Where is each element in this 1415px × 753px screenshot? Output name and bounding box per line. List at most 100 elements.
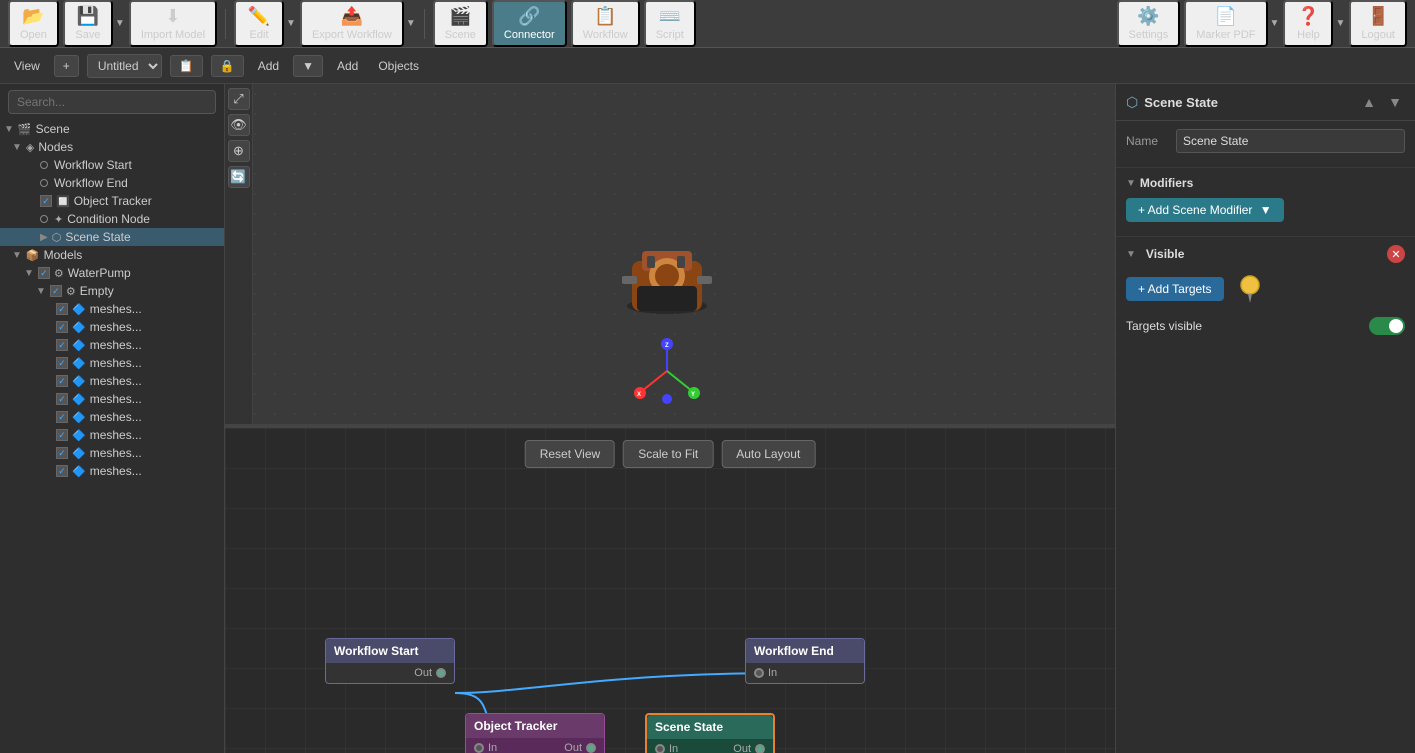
- orbit-tool[interactable]: 🔄: [228, 166, 250, 188]
- auto-layout-button[interactable]: Auto Layout: [721, 440, 815, 468]
- model-checkbox[interactable]: ✓: [38, 267, 50, 279]
- add-menu-2[interactable]: Add: [331, 56, 364, 76]
- out-port-dot-ss[interactable]: [755, 744, 765, 753]
- tree-item-nodes[interactable]: ▼◈Nodes: [0, 138, 224, 156]
- view-lock-button[interactable]: 🔒: [211, 55, 244, 77]
- out-port-dot-ot[interactable]: [586, 743, 596, 753]
- tree-item-workflow-end[interactable]: Workflow End: [0, 174, 224, 192]
- view-menu[interactable]: View: [8, 56, 46, 76]
- tree-label: meshes...: [90, 320, 142, 334]
- side-tools: ⤢ 👁 ⊕ 🔄: [225, 84, 253, 424]
- tree-item-scene-state[interactable]: ▶⬡Scene State: [0, 228, 224, 246]
- mesh-checkbox[interactable]: ✓: [56, 411, 68, 423]
- crosshair-tool[interactable]: ⊕: [228, 140, 250, 162]
- edit-arrow[interactable]: ▼: [286, 18, 296, 29]
- mesh-checkbox[interactable]: ✓: [56, 447, 68, 459]
- targets-visible-toggle[interactable]: [1369, 317, 1405, 335]
- scene-button[interactable]: 🎬 Scene: [433, 0, 488, 47]
- mesh-checkbox[interactable]: ✓: [56, 429, 68, 441]
- add-button[interactable]: ▼: [293, 55, 323, 77]
- scene-state-in-port: In: [655, 743, 678, 753]
- modifiers-title: Modifiers: [1140, 176, 1193, 190]
- save-button[interactable]: 💾 Save: [63, 0, 113, 47]
- workflow-start-node[interactable]: Workflow Start Out: [325, 638, 455, 684]
- help-button[interactable]: ❓ Help: [1283, 0, 1333, 47]
- mesh-checkbox[interactable]: ✓: [56, 357, 68, 369]
- reset-view-button[interactable]: Reset View: [525, 440, 615, 468]
- help-arrow[interactable]: ▼: [1335, 18, 1345, 29]
- connector-button[interactable]: 🔗 Connector: [492, 0, 567, 47]
- maximize-tool[interactable]: ⤢: [228, 88, 250, 110]
- in-port-dot[interactable]: [754, 668, 764, 678]
- object-tracker-node[interactable]: Object Tracker In Out: [465, 713, 605, 753]
- tree-item-models[interactable]: ▼📦Models: [0, 246, 224, 264]
- tree-label: Scene State: [65, 230, 130, 244]
- scale-to-fit-button[interactable]: Scale to Fit: [623, 440, 713, 468]
- mesh-checkbox[interactable]: ✓: [56, 303, 68, 315]
- mesh-checkbox[interactable]: ✓: [56, 321, 68, 333]
- add-modifier-button[interactable]: + Add Scene Modifier ▼: [1126, 198, 1284, 222]
- name-input[interactable]: [1176, 129, 1405, 153]
- tree-item-meshes5[interactable]: ✓🔷meshes...: [0, 372, 224, 390]
- save-arrow[interactable]: ▼: [115, 18, 125, 29]
- tree-item-meshes7[interactable]: ✓🔷meshes...: [0, 408, 224, 426]
- mesh-checkbox[interactable]: ✓: [56, 465, 68, 477]
- model-icon: ⚙: [54, 267, 64, 280]
- tree-item-meshes3[interactable]: ✓🔷meshes...: [0, 336, 224, 354]
- add-targets-button[interactable]: + Add Targets: [1126, 277, 1224, 301]
- in-port-dot-ss[interactable]: [655, 744, 665, 753]
- tree-item-meshes9[interactable]: ✓🔷meshes...: [0, 444, 224, 462]
- workflow-end-node[interactable]: Workflow End In: [745, 638, 865, 684]
- workflow-button[interactable]: 📋 Workflow: [571, 0, 640, 47]
- tree-item-meshes6[interactable]: ✓🔷meshes...: [0, 390, 224, 408]
- modifiers-arrow[interactable]: ▼: [1126, 178, 1136, 189]
- panel-down-button[interactable]: ▼: [1385, 92, 1405, 112]
- scene-state-node[interactable]: Scene State In Out: [645, 713, 775, 753]
- modifiers-header: ▼ Modifiers: [1126, 176, 1405, 190]
- mesh-checkbox[interactable]: ✓: [56, 339, 68, 351]
- tree-item-meshes1[interactable]: ✓🔷meshes...: [0, 300, 224, 318]
- model-checkbox[interactable]: ✓: [50, 285, 62, 297]
- tree-item-scene[interactable]: ▼🎬Scene: [0, 120, 224, 138]
- view-select[interactable]: Untitled: [87, 54, 162, 78]
- workflow-editor[interactable]: Reset View Scale to Fit Auto Layout Work…: [225, 428, 1115, 753]
- objects-menu[interactable]: Objects: [372, 56, 425, 76]
- edit-button[interactable]: ✏️ Edit: [234, 0, 284, 47]
- in-port-dot-ot[interactable]: [474, 743, 484, 753]
- tree-item-workflow-start[interactable]: Workflow Start: [0, 156, 224, 174]
- view-action-button[interactable]: 📋: [170, 55, 203, 77]
- tree-item-waterpump[interactable]: ▼✓⚙WaterPump: [0, 264, 224, 282]
- mesh-checkbox[interactable]: ✓: [56, 393, 68, 405]
- tree-item-meshes2[interactable]: ✓🔷meshes...: [0, 318, 224, 336]
- marker-arrow[interactable]: ▼: [1270, 18, 1280, 29]
- tree-item-object-tracker[interactable]: ✓🔲Object Tracker: [0, 192, 224, 210]
- right-panel-header: ⬡ Scene State ▲ ▼: [1116, 84, 1415, 121]
- node-checkbox[interactable]: ✓: [40, 195, 52, 207]
- eye-tool[interactable]: 👁: [228, 114, 250, 136]
- logout-button[interactable]: 🚪 Logout: [1349, 0, 1407, 47]
- tree-item-empty[interactable]: ▼✓⚙Empty: [0, 282, 224, 300]
- tree-label: Workflow Start: [54, 158, 132, 172]
- script-button[interactable]: ⌨️ Script: [644, 0, 696, 47]
- tree-item-meshes10[interactable]: ✓🔷meshes...: [0, 462, 224, 480]
- add-menu[interactable]: Add: [252, 56, 285, 76]
- marker-pdf-button[interactable]: 📄 Marker PDF: [1184, 0, 1267, 47]
- svg-text:Z: Z: [665, 343, 669, 349]
- out-port-dot[interactable]: [436, 668, 446, 678]
- import-model-button[interactable]: ⬇ Import Model: [129, 0, 217, 47]
- tree-item-meshes4[interactable]: ✓🔷meshes...: [0, 354, 224, 372]
- 3d-viewport[interactable]: ⤢ 👁 ⊕ 🔄: [225, 84, 1115, 424]
- open-button[interactable]: 📂 Open: [8, 0, 59, 47]
- visible-remove-button[interactable]: ✕: [1387, 245, 1405, 263]
- tree-item-meshes8[interactable]: ✓🔷meshes...: [0, 426, 224, 444]
- export-workflow-button[interactable]: 📤 Export Workflow: [300, 0, 404, 47]
- search-input[interactable]: [8, 90, 216, 114]
- export-arrow[interactable]: ▼: [406, 18, 416, 29]
- visible-arrow[interactable]: ▼: [1126, 249, 1136, 260]
- second-toolbar: View + Untitled 📋 🔒 Add ▼ Add Objects: [0, 48, 1415, 84]
- add-view-button[interactable]: +: [54, 55, 79, 77]
- tree-item-condition-node[interactable]: ✦Condition Node: [0, 210, 224, 228]
- settings-button[interactable]: ⚙️ Settings: [1117, 0, 1181, 47]
- mesh-checkbox[interactable]: ✓: [56, 375, 68, 387]
- panel-up-button[interactable]: ▲: [1359, 92, 1379, 112]
